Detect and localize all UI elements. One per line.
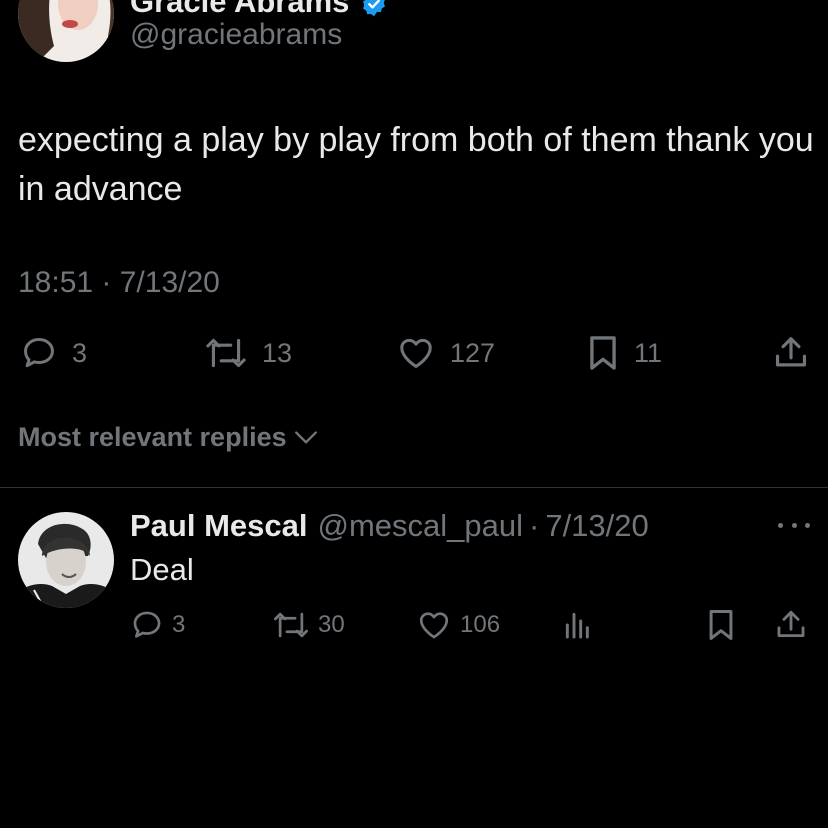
reply-header: Paul Mescal @mescal_paul · 7/13/20 bbox=[130, 508, 649, 544]
retweet-count: 13 bbox=[262, 337, 293, 368]
reply-retweet-count: 30 bbox=[318, 611, 345, 638]
share-button[interactable] bbox=[772, 334, 810, 372]
heart-icon bbox=[400, 338, 432, 368]
bar-chart-icon bbox=[565, 612, 589, 639]
reply-retweet-button[interactable]: 30 bbox=[272, 608, 345, 642]
author-handle[interactable]: @gracieabrams bbox=[130, 18, 342, 52]
tweet-text: expecting a play by play from both of th… bbox=[18, 121, 814, 208]
verified-badge-icon bbox=[360, 0, 388, 18]
author-avatar[interactable] bbox=[18, 0, 114, 62]
like-button[interactable]: 127 bbox=[396, 334, 495, 372]
share-upload-icon bbox=[775, 337, 807, 367]
bookmark-icon bbox=[590, 336, 616, 370]
retweet-button[interactable]: 13 bbox=[204, 334, 292, 372]
reply-author-avatar[interactable] bbox=[18, 512, 114, 608]
replies-sort-label: Most relevant replies bbox=[18, 422, 287, 452]
reply-reply-button[interactable]: 3 bbox=[130, 608, 185, 642]
divider bbox=[0, 487, 828, 488]
ellipsis-icon[interactable] bbox=[778, 516, 810, 534]
reply-separator: · bbox=[529, 508, 540, 543]
replies-sort-dropdown[interactable]: Most relevant replies bbox=[18, 422, 319, 453]
speech-bubble-icon bbox=[24, 338, 54, 368]
speech-bubble-icon bbox=[133, 611, 161, 638]
bookmark-icon bbox=[709, 610, 733, 640]
like-count: 127 bbox=[450, 337, 496, 368]
retweet-arrows-icon bbox=[274, 612, 308, 638]
reply-author-name[interactable]: Paul Mescal bbox=[130, 508, 307, 544]
reply-views-button[interactable] bbox=[562, 608, 594, 642]
reply-author-handle[interactable]: @mescal_paul bbox=[317, 508, 523, 544]
reply-date[interactable]: 7/13/20 bbox=[545, 508, 648, 544]
reply-bookmark-button[interactable] bbox=[706, 608, 736, 642]
share-upload-icon bbox=[777, 610, 805, 638]
bookmark-button[interactable]: 11 bbox=[586, 334, 662, 372]
heart-icon bbox=[419, 612, 449, 639]
retweet-arrows-icon bbox=[206, 338, 246, 368]
chevron-down-icon bbox=[294, 430, 317, 444]
reply-share-button[interactable] bbox=[774, 608, 808, 642]
reply-like-button[interactable]: 106 bbox=[416, 608, 500, 642]
author-name[interactable]: Gracie Abrams bbox=[130, 0, 349, 20]
bookmark-count: 11 bbox=[634, 337, 663, 368]
reply-like-count: 106 bbox=[460, 611, 501, 638]
tweet-timestamp[interactable]: 18:51 · 7/13/20 bbox=[18, 266, 220, 300]
reply-text: Deal bbox=[130, 552, 194, 587]
reply-reply-count: 3 bbox=[172, 611, 186, 638]
reply-count: 3 bbox=[72, 337, 88, 368]
reply-button[interactable]: 3 bbox=[20, 334, 87, 372]
